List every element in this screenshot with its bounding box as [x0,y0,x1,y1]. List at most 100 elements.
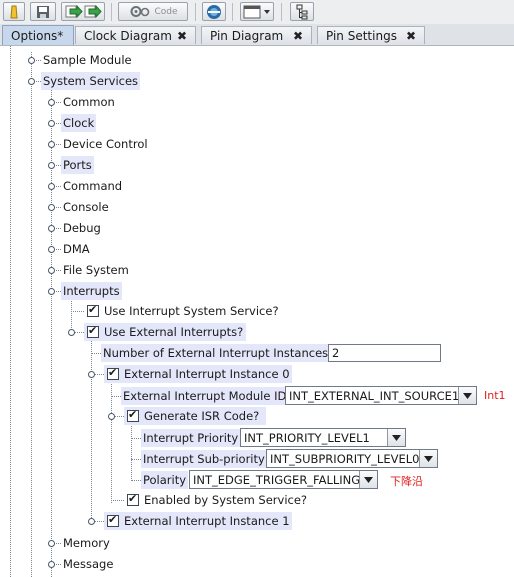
tree-view-button[interactable] [290,2,314,21]
subpriority-label: Interrupt Sub-priority [141,450,267,468]
tree-item-clock[interactable]: Clock [61,114,97,132]
tree-handle-icon[interactable] [48,225,55,232]
priority-value: INT_PRIORITY_LEVEL1 [244,430,370,445]
tab-options[interactable]: Options* [2,25,74,45]
tree-handle-icon[interactable] [68,329,75,336]
tab-pin-settings[interactable]: Pin Settings ✖ [317,26,425,44]
generate-code-button[interactable]: Code [118,2,188,21]
tree-line [131,459,141,460]
tree-item-file-system[interactable]: File System [61,261,131,279]
toolbar-separator [111,3,112,21]
tree-handle-icon[interactable] [48,540,55,547]
tree-handle-icon[interactable] [48,561,55,568]
tree-handle-icon[interactable] [28,57,35,64]
polarity-label: Polarity [141,471,189,489]
num-ext-instances-input[interactable]: 2 [328,344,441,362]
tree-item-interrupts[interactable]: Interrupts [61,282,122,300]
tree-handle-icon[interactable] [48,246,55,253]
toolbar-separator [281,3,282,21]
tab-clock-diagram[interactable]: Clock Diagram ✖ [75,26,196,44]
tree-handle-icon[interactable] [48,141,55,148]
tree-handle-icon[interactable] [48,162,55,169]
chevron-down-icon[interactable] [419,450,437,467]
chevron-down-icon[interactable] [458,387,476,404]
tree-line [91,340,92,524]
tab-label: Options* [11,28,64,43]
tree-handle-icon[interactable] [88,371,95,378]
tree-line [71,311,84,312]
arrows-icon [65,4,102,19]
tree-item-debug[interactable]: Debug [61,219,103,237]
generate-isr-label: Generate ISR Code? [144,409,260,423]
tree-handle-icon[interactable] [48,204,55,211]
priority-select[interactable]: INT_PRIORITY_LEVEL1 [240,428,406,447]
tree-line [111,396,121,397]
close-icon[interactable]: ✖ [293,29,303,43]
subpriority-select[interactable]: INT_SUBPRIORITY_LEVEL0 [266,449,438,468]
tree-item-message[interactable]: Message [61,555,115,573]
window-menu-button[interactable] [240,2,274,21]
tree-handle-icon[interactable] [108,413,115,420]
tree-item-device-control[interactable]: Device Control [61,135,150,153]
tree-line [31,52,32,577]
tab-bar: Options* Clock Diagram ✖ Pin Diagram ✖ P… [0,24,514,46]
close-icon[interactable]: ✖ [406,29,416,43]
toolbar: Code [0,0,514,25]
tree-line [131,423,132,481]
ext-instance-0-checkbox[interactable] [107,366,119,380]
tab-pin-diagram[interactable]: Pin Diagram ✖ [201,26,312,44]
tree-handle-icon[interactable] [48,267,55,274]
enabled-by-service-label: Enabled by System Service? [144,493,308,507]
ext-instance-1-checkbox[interactable] [107,513,119,527]
code-label: Code [154,6,178,17]
tab-label: Clock Diagram [84,28,172,43]
tree-line [10,46,11,577]
tree-item-system-services[interactable]: System Services [41,72,141,90]
tree-handle-icon[interactable] [48,288,55,295]
harmony-button[interactable] [202,2,226,21]
subpriority-value: INT_SUBPRIORITY_LEVEL0 [270,451,419,466]
tree-handle-icon[interactable] [28,78,35,85]
tree-structure-icon [296,4,308,19]
tree-item-dma[interactable]: DMA [61,240,92,258]
tree-line [91,353,101,354]
polarity-select[interactable]: INT_EDGE_TRIGGER_FALLING [189,470,378,489]
tree-handle-icon[interactable] [48,99,55,106]
use-external-interrupts-label: Use External Interrupts? [104,325,244,339]
priority-label: Interrupt Priority [141,429,241,447]
module-id-value: INT_EXTERNAL_INT_SOURCE1 [289,388,458,403]
wand-icon-button[interactable] [3,2,25,21]
polarity-value: INT_EDGE_TRIGGER_FALLING [193,472,359,487]
toolbar-separator [232,3,233,21]
module-id-label: External Interrupt Module ID [121,387,289,405]
module-id-select[interactable]: INT_EXTERNAL_INT_SOURCE1 [285,386,477,405]
tree-item-memory[interactable]: Memory [61,534,112,552]
tree-line [131,480,141,481]
window-dropdown-icon [243,5,270,18]
tab-label: Pin Settings [326,28,397,43]
tree-item-sample-module[interactable]: Sample Module [41,51,134,69]
gear-icon [130,6,150,17]
enabled-by-service-checkbox[interactable] [127,492,139,506]
use-interrupt-service-checkbox[interactable] [87,303,99,317]
generate-isr-checkbox[interactable] [127,408,139,422]
tree-line [131,438,141,439]
tree-item-command[interactable]: Command [61,177,124,195]
wand-icon [10,5,18,18]
use-interrupt-service-label: Use Interrupt System Service? [104,304,279,318]
tab-label: Pin Diagram [210,28,284,43]
close-icon[interactable]: ✖ [177,29,187,43]
tree-item-console[interactable]: Console [61,198,111,216]
num-ext-instances-label: Number of External Interrupt Instances [101,344,331,362]
tree-handle-icon[interactable] [48,183,55,190]
import-export-button[interactable] [61,2,105,21]
tree-handle-icon[interactable] [88,518,95,525]
chevron-down-icon[interactable] [359,471,377,488]
tree-line [111,381,112,503]
chevron-down-icon[interactable] [387,429,405,446]
use-external-interrupts-checkbox[interactable] [87,324,99,338]
tree-item-common[interactable]: Common [61,93,117,111]
save-button[interactable] [30,2,56,21]
tree-item-ports[interactable]: Ports [61,156,94,174]
tree-handle-icon[interactable] [48,120,55,127]
